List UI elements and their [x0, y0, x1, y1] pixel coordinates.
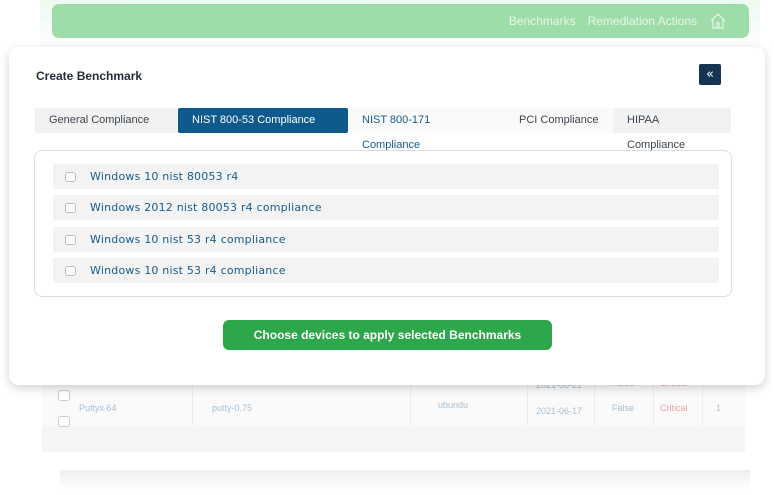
row-checkbox[interactable] — [58, 416, 70, 427]
tab-pci-compliance[interactable]: PCI Compliance — [505, 108, 613, 133]
tab-nist-800-53[interactable]: NIST 800-53 Compliance — [178, 108, 348, 133]
cell-flag: False — [612, 403, 635, 413]
nav-benchmarks[interactable]: Benchmarks — [509, 14, 576, 28]
checkbox[interactable] — [65, 202, 76, 213]
nav-remediation-actions[interactable]: Remediation Actions — [588, 14, 697, 28]
modal-title: Create Benchmark — [36, 69, 143, 83]
checkbox[interactable] — [65, 265, 76, 276]
cell-version: putty-0.75 — [212, 403, 253, 413]
benchmark-list: Windows 10 nist 80053 r4 Windows 2012 ni… — [34, 150, 732, 297]
back-button[interactable]: « — [699, 64, 721, 85]
cell-date: 2021-06-17 — [536, 406, 583, 416]
home-icon[interactable] — [709, 12, 727, 30]
checkbox[interactable] — [65, 171, 76, 182]
list-item[interactable]: Windows 2012 nist 80053 r4 compliance — [53, 195, 719, 220]
top-navbar: Benchmarks Remediation Actions — [52, 4, 749, 38]
apply-benchmarks-button[interactable]: Choose devices to apply selected Benchma… — [223, 320, 552, 350]
list-item[interactable]: Windows 10 nist 80053 r4 — [53, 164, 719, 189]
tab-general-compliance[interactable]: General Compliance — [35, 108, 178, 133]
benchmark-label: Windows 10 nist 53 r4 compliance — [90, 264, 286, 277]
checkbox[interactable] — [65, 234, 76, 245]
card-shadow — [60, 470, 750, 490]
benchmark-label: Windows 10 nist 80053 r4 — [90, 170, 239, 183]
cell-count: 1 — [716, 403, 722, 413]
cell-os: ubundu — [438, 400, 469, 410]
double-chevron-left-icon: « — [706, 67, 714, 82]
row-checkbox[interactable] — [58, 390, 70, 401]
cell-severity: Critical — [660, 403, 688, 413]
list-item[interactable]: Windows 10 nist 53 r4 compliance — [53, 258, 719, 283]
compliance-tabs: General Compliance NIST 800-53 Complianc… — [35, 108, 731, 151]
tab-hipaa-compliance[interactable]: HIPAA Compliance — [613, 108, 731, 151]
tab-nist-800-171[interactable]: NIST 800-171 Compliance — [348, 108, 505, 151]
list-item[interactable]: Windows 10 nist 53 r4 compliance — [53, 227, 719, 252]
benchmark-label: Windows 10 nist 53 r4 compliance — [90, 233, 286, 246]
cell-name: Puttyx 64 — [79, 403, 117, 413]
benchmark-label: Windows 2012 nist 80053 r4 compliance — [90, 201, 322, 214]
create-benchmark-modal: Create Benchmark « General Compliance NI… — [9, 47, 765, 385]
